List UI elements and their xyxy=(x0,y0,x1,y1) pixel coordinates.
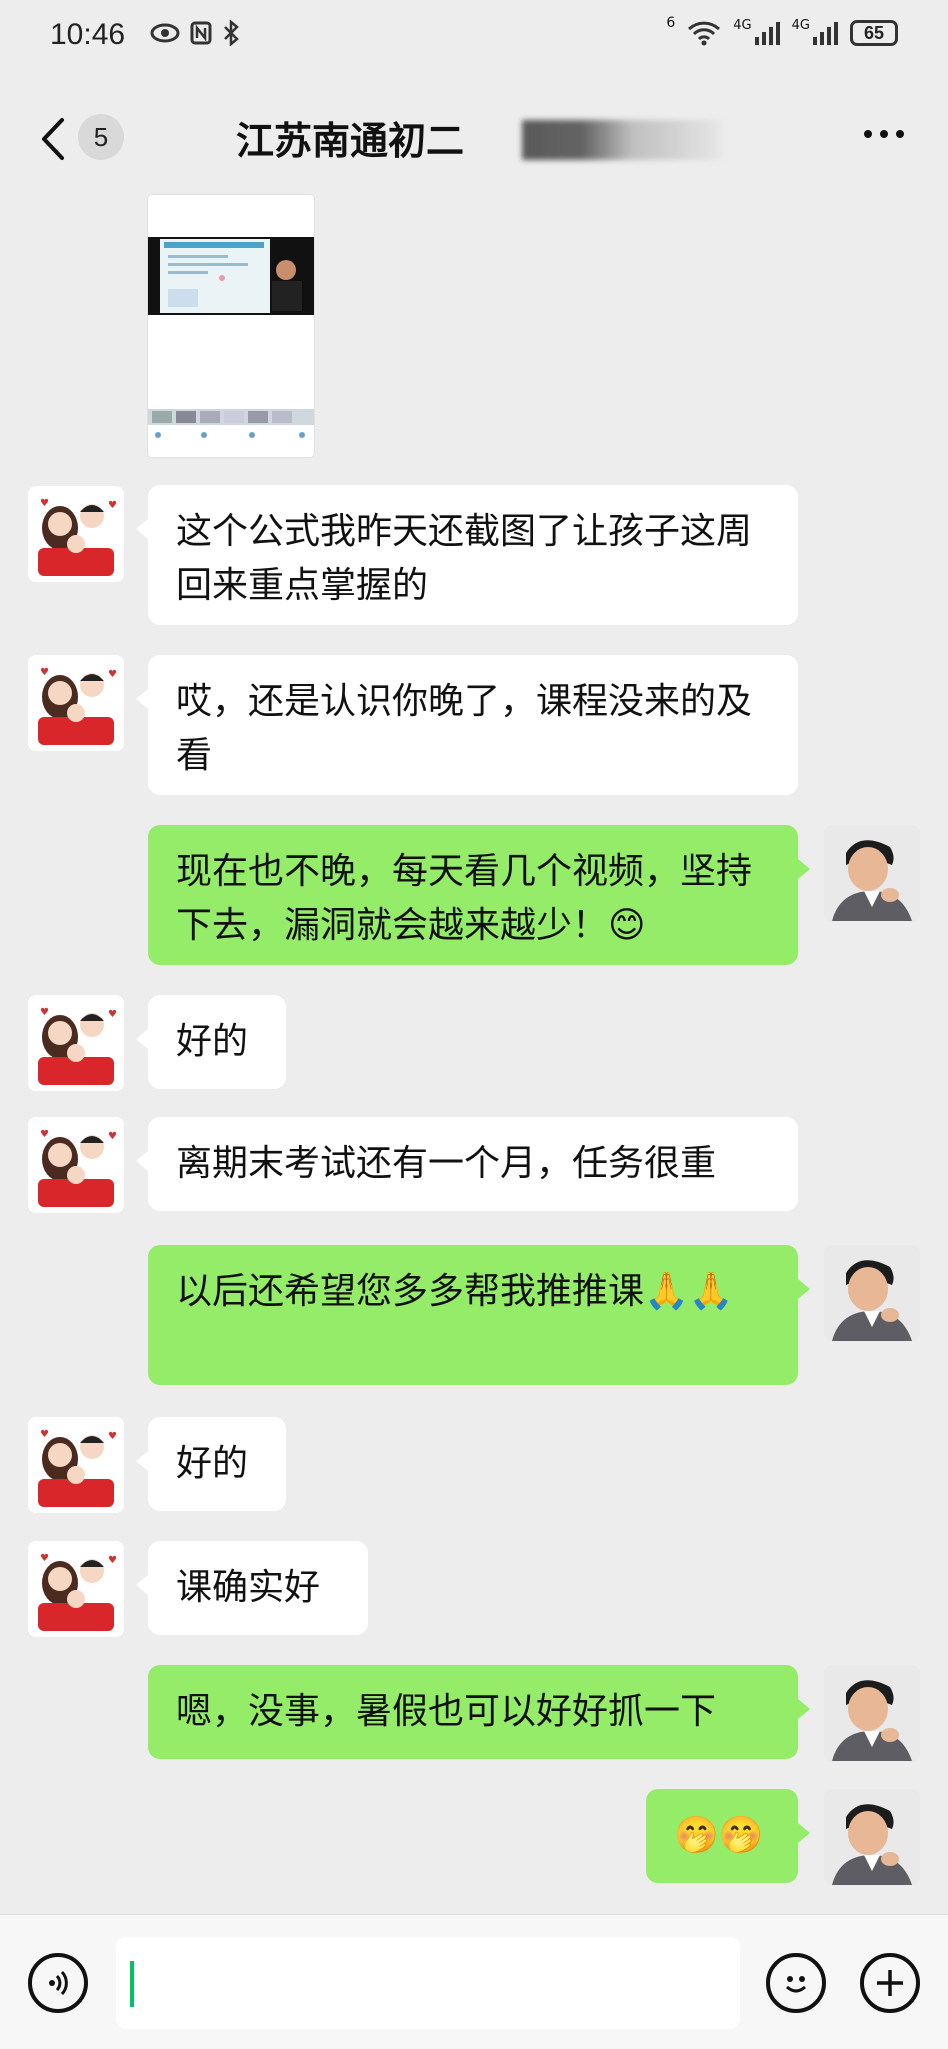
status-right-icons: 6 4G 4G 65 xyxy=(666,15,898,46)
man-portrait-avatar-icon xyxy=(824,825,920,921)
family-cartoon-avatar-icon: ♥ ♥ xyxy=(28,1117,124,1213)
avatar-parent[interactable]: ♥ ♥ xyxy=(28,1417,124,1513)
voice-icon xyxy=(49,1970,68,1996)
message-bubble-incoming[interactable]: 课确实好 xyxy=(136,1541,368,1635)
avatar-self[interactable] xyxy=(824,1789,920,1885)
signal-2: 4G xyxy=(791,18,838,45)
emoji-button[interactable] xyxy=(766,1953,826,2013)
message-bubble-outgoing[interactable]: 🤭🤭 xyxy=(646,1789,810,1883)
message-bubble-incoming[interactable]: 好的 xyxy=(136,1417,286,1511)
family-cartoon-avatar-icon: ♥ ♥ xyxy=(28,1541,124,1637)
svg-text:♥: ♥ xyxy=(108,1431,117,1442)
man-portrait-avatar-icon xyxy=(824,1789,920,1885)
svg-text:♥: ♥ xyxy=(108,1131,117,1142)
wifi-icon xyxy=(688,21,721,46)
family-cartoon-avatar-icon: ♥ ♥ xyxy=(28,1417,124,1513)
video-screenshot-thumbnail xyxy=(148,195,314,457)
svg-text:♥: ♥ xyxy=(108,1555,117,1566)
message-bubble-incoming[interactable]: 好的 xyxy=(136,995,286,1089)
message-bubble-outgoing[interactable]: 以后还希望您多多帮我推推课🙏🙏 xyxy=(148,1245,810,1385)
avatar-self[interactable] xyxy=(824,1665,920,1761)
svg-text:♥: ♥ xyxy=(108,669,117,680)
svg-text:♥: ♥ xyxy=(40,498,49,509)
avatar-parent[interactable]: ♥ ♥ xyxy=(28,486,124,582)
network-label: 6 xyxy=(666,15,676,31)
man-portrait-avatar-icon xyxy=(824,1665,920,1761)
signal-bars-icon xyxy=(813,22,838,45)
message-bubble-incoming[interactable]: 离期末考试还有一个月，任务很重 xyxy=(136,1117,798,1211)
plus-button[interactable] xyxy=(860,1953,920,2013)
avatar-self[interactable] xyxy=(824,1245,920,1341)
title-redaction xyxy=(522,120,722,160)
nfc-icon xyxy=(190,21,212,45)
chat-title: 江苏南通初二 xyxy=(236,119,465,163)
message-bubble-outgoing[interactable]: 嗯，没事，暑假也可以好好抓一下 xyxy=(148,1665,810,1759)
family-cartoon-avatar-icon: ♥ ♥ xyxy=(28,995,124,1091)
back-arrow-icon[interactable] xyxy=(34,116,74,162)
svg-text:♥: ♥ xyxy=(40,667,49,678)
signal-1-label: 4G xyxy=(733,18,752,33)
status-time: 10:46 xyxy=(50,18,126,51)
chat-header: 5 江苏南通初二 xyxy=(0,80,948,195)
avatar-parent[interactable]: ♥ ♥ xyxy=(28,1117,124,1213)
text-caret xyxy=(130,1961,134,2007)
message-bubble-incoming[interactable]: 哎，还是认识你晚了，课程没来的及看 xyxy=(136,655,798,795)
voice-input-button[interactable] xyxy=(28,1953,88,2013)
status-left-icons xyxy=(150,20,240,46)
input-bar xyxy=(0,1914,948,2049)
plus-icon xyxy=(877,1970,903,1996)
signal-2-label: 4G xyxy=(791,18,810,33)
eye-icon xyxy=(150,23,180,43)
status-bar: 10:46 6 4G 4G 65 xyxy=(0,0,948,80)
more-dots-icon[interactable] xyxy=(864,130,904,138)
avatar-parent[interactable]: ♥ ♥ xyxy=(28,655,124,751)
avatar-parent[interactable]: ♥ ♥ xyxy=(28,995,124,1091)
svg-text:♥: ♥ xyxy=(108,500,117,511)
svg-text:♥: ♥ xyxy=(40,1007,49,1018)
image-message[interactable] xyxy=(148,195,314,457)
signal-1: 4G xyxy=(733,18,780,45)
signal-bars-icon xyxy=(754,22,780,45)
svg-text:♥: ♥ xyxy=(40,1429,49,1440)
message-bubble-outgoing[interactable]: 现在也不晚，每天看几个视频，坚持下去，漏洞就会越来越少！😊 xyxy=(148,825,810,965)
avatar-self[interactable] xyxy=(824,825,920,921)
avatar-parent[interactable]: ♥ ♥ xyxy=(28,1541,124,1637)
svg-text:♥: ♥ xyxy=(108,1009,117,1020)
emoji-icon xyxy=(786,1976,806,1993)
message-input[interactable] xyxy=(116,1937,740,2029)
unread-count-badge[interactable]: 5 xyxy=(78,114,124,160)
man-portrait-avatar-icon xyxy=(824,1245,920,1341)
battery-indicator: 65 xyxy=(850,20,898,46)
bluetooth-icon xyxy=(224,20,239,46)
family-cartoon-avatar-icon: ♥ ♥ xyxy=(28,655,124,751)
svg-text:♥: ♥ xyxy=(40,1553,49,1564)
svg-text:♥: ♥ xyxy=(40,1129,49,1140)
message-bubble-incoming[interactable]: 这个公式我昨天还截图了让孩子这周回来重点掌握的 xyxy=(136,485,798,625)
family-cartoon-avatar-icon: ♥ ♥ xyxy=(28,486,124,582)
